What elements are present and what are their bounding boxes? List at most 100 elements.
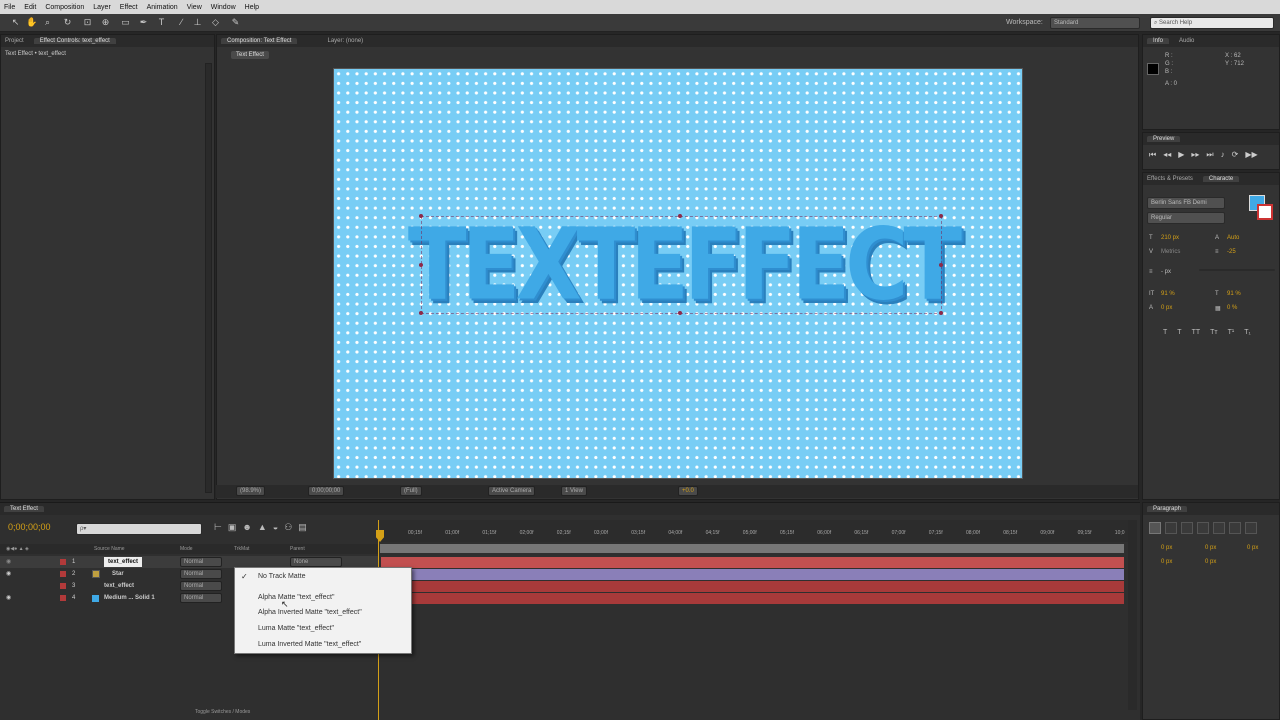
eye-icon[interactable]: ◉ <box>6 568 11 580</box>
layer-name[interactable]: Star <box>112 568 124 580</box>
exposure-value[interactable]: +0.0 <box>678 486 698 496</box>
space-before-value[interactable]: 0 px <box>1161 559 1172 565</box>
frame-blending-icon[interactable]: ▲ <box>258 522 267 533</box>
menu-effect[interactable]: Effect <box>120 4 138 11</box>
column-parent[interactable]: Parent <box>290 544 305 554</box>
menu-window[interactable]: Window <box>211 4 236 11</box>
resolution-select[interactable]: (Full) <box>400 486 422 496</box>
tab-character[interactable]: Characte <box>1202 176 1240 182</box>
menu-file[interactable]: File <box>4 4 15 11</box>
work-area-bar[interactable] <box>380 544 1124 553</box>
workspace-select[interactable]: Standard <box>1050 17 1140 29</box>
indent-left-value[interactable]: 0 px <box>1161 545 1172 551</box>
track-bar[interactable] <box>381 593 1124 604</box>
menu-item-alpha-matte[interactable]: Alpha Matte "text_effect" <box>258 594 334 601</box>
zoom-select[interactable]: (98.9%) <box>236 486 266 496</box>
layer-color-label[interactable] <box>60 595 66 601</box>
align-right-icon[interactable] <box>1181 522 1193 534</box>
graph-editor-icon[interactable]: ▤ <box>298 522 307 533</box>
bbox-handle-tr[interactable] <box>939 214 943 218</box>
subscript-icon[interactable]: T₁ <box>1244 329 1251 336</box>
views-select[interactable]: 1 View <box>561 486 587 496</box>
align-left-icon[interactable] <box>1149 522 1161 534</box>
menu-edit[interactable]: Edit <box>24 4 36 11</box>
stroke-width-value[interactable]: - px <box>1161 269 1171 275</box>
timeline-scrollbar[interactable] <box>1128 520 1137 710</box>
timecode-display[interactable]: 0;00;00;00 <box>308 486 345 496</box>
font-size-value[interactable]: 210 px <box>1161 235 1179 241</box>
selection-tool-icon[interactable]: ↖ <box>10 17 21 28</box>
toggle-switches-modes[interactable]: Toggle Switches / Modes <box>195 709 250 715</box>
track-bar[interactable] <box>381 557 1124 568</box>
layer-color-label[interactable] <box>60 559 66 565</box>
tab-effect-controls[interactable]: Effect Controls: text_effect <box>33 38 116 44</box>
hand-tool-icon[interactable]: ✋ <box>26 17 37 28</box>
layer-parent-select[interactable]: None <box>290 557 342 567</box>
brush-tool-icon[interactable]: ∕ <box>176 17 187 28</box>
bbox-handle-ml[interactable] <box>419 263 423 267</box>
tab-preview[interactable]: Preview <box>1147 136 1181 142</box>
next-frame-icon[interactable]: ▸▸ <box>1191 150 1199 160</box>
bbox-handle-tc[interactable] <box>678 214 682 218</box>
layer-color-label[interactable] <box>60 583 66 589</box>
all-caps-icon[interactable]: TT <box>1192 329 1201 336</box>
rectangle-tool-icon[interactable]: ▭ <box>120 17 131 28</box>
eye-icon[interactable]: ◉ <box>6 592 11 604</box>
zoom-tool-icon[interactable]: ⌕ <box>42 17 53 28</box>
layer-name[interactable]: text_effect <box>104 580 134 592</box>
bbox-handle-bc[interactable] <box>678 311 682 315</box>
tsume-value[interactable]: 0 % <box>1227 305 1237 311</box>
loop-icon[interactable]: ⟳ <box>1232 150 1239 160</box>
justify-last-center-icon[interactable] <box>1213 522 1225 534</box>
menu-animation[interactable]: Animation <box>147 4 178 11</box>
column-trkmat[interactable]: TrkMat <box>234 544 249 554</box>
layer-mode-select[interactable]: Normal <box>180 581 222 591</box>
hide-shy-icon[interactable]: ☻ <box>242 522 251 533</box>
camera-tool-icon[interactable]: ⊡ <box>82 17 93 28</box>
pan-behind-tool-icon[interactable]: ⊕ <box>100 17 111 28</box>
left-panel-scrollbar[interactable] <box>205 63 212 493</box>
stroke-order-select[interactable] <box>1199 269 1275 271</box>
kerning-value[interactable]: Metrics <box>1161 249 1180 255</box>
comp-name-tab[interactable]: Text Effect <box>231 51 269 59</box>
layer-mode-select[interactable]: Normal <box>180 593 222 603</box>
tab-project[interactable]: Project <box>5 38 24 44</box>
clone-tool-icon[interactable]: ⊥ <box>192 17 203 28</box>
menu-help[interactable]: Help <box>245 4 259 11</box>
search-help-input[interactable]: ⌕ Search Help <box>1150 17 1274 29</box>
stroke-color-swatch[interactable] <box>1257 204 1273 220</box>
menu-item-luma-matte[interactable]: Luma Matte "text_effect" <box>258 625 334 632</box>
tab-paragraph[interactable]: Paragraph <box>1147 506 1188 512</box>
faux-bold-icon[interactable]: T <box>1163 329 1167 336</box>
superscript-icon[interactable]: T¹ <box>1228 329 1235 336</box>
layer-name[interactable]: text_effect <box>104 557 143 567</box>
layer-name[interactable]: Medium ... Solid 1 <box>104 592 155 604</box>
tracking-value[interactable]: -25 <box>1227 249 1236 255</box>
font-family-select[interactable]: Berlin Sans FB Demi <box>1147 197 1225 209</box>
leading-value[interactable]: Auto <box>1227 235 1239 241</box>
small-caps-icon[interactable]: Tт <box>1210 329 1217 336</box>
faux-italic-icon[interactable]: T <box>1177 329 1181 336</box>
vertical-scale-value[interactable]: 91 % <box>1161 291 1175 297</box>
last-frame-icon[interactable]: ⏭ <box>1206 150 1213 160</box>
justify-last-right-icon[interactable] <box>1229 522 1241 534</box>
justify-all-icon[interactable] <box>1245 522 1257 534</box>
timeline-timecode[interactable]: 0;00;00;00 <box>8 522 51 532</box>
indent-right-value[interactable]: 0 px <box>1205 545 1216 551</box>
first-frame-icon[interactable]: ⏮ <box>1149 150 1156 160</box>
audio-icon[interactable]: ♪ <box>1221 150 1225 160</box>
bbox-handle-br[interactable] <box>939 311 943 315</box>
horizontal-scale-value[interactable]: 91 % <box>1227 291 1241 297</box>
prev-frame-icon[interactable]: ◂◂ <box>1163 150 1171 160</box>
tab-composition[interactable]: Composition: Text Effect <box>221 38 298 44</box>
menu-layer[interactable]: Layer <box>93 4 111 11</box>
ram-preview-icon[interactable]: ▶▶ <box>1245 150 1257 160</box>
roto-brush-tool-icon[interactable]: ✎ <box>230 17 241 28</box>
tab-timeline-comp[interactable]: Text Effect <box>4 506 44 512</box>
menu-view[interactable]: View <box>187 4 202 11</box>
eraser-tool-icon[interactable]: ◇ <box>210 17 221 28</box>
eye-icon[interactable]: ◉ <box>6 556 11 568</box>
justify-last-left-icon[interactable] <box>1197 522 1209 534</box>
column-mode[interactable]: Mode <box>180 544 193 554</box>
play-icon[interactable]: ▶ <box>1178 150 1184 160</box>
